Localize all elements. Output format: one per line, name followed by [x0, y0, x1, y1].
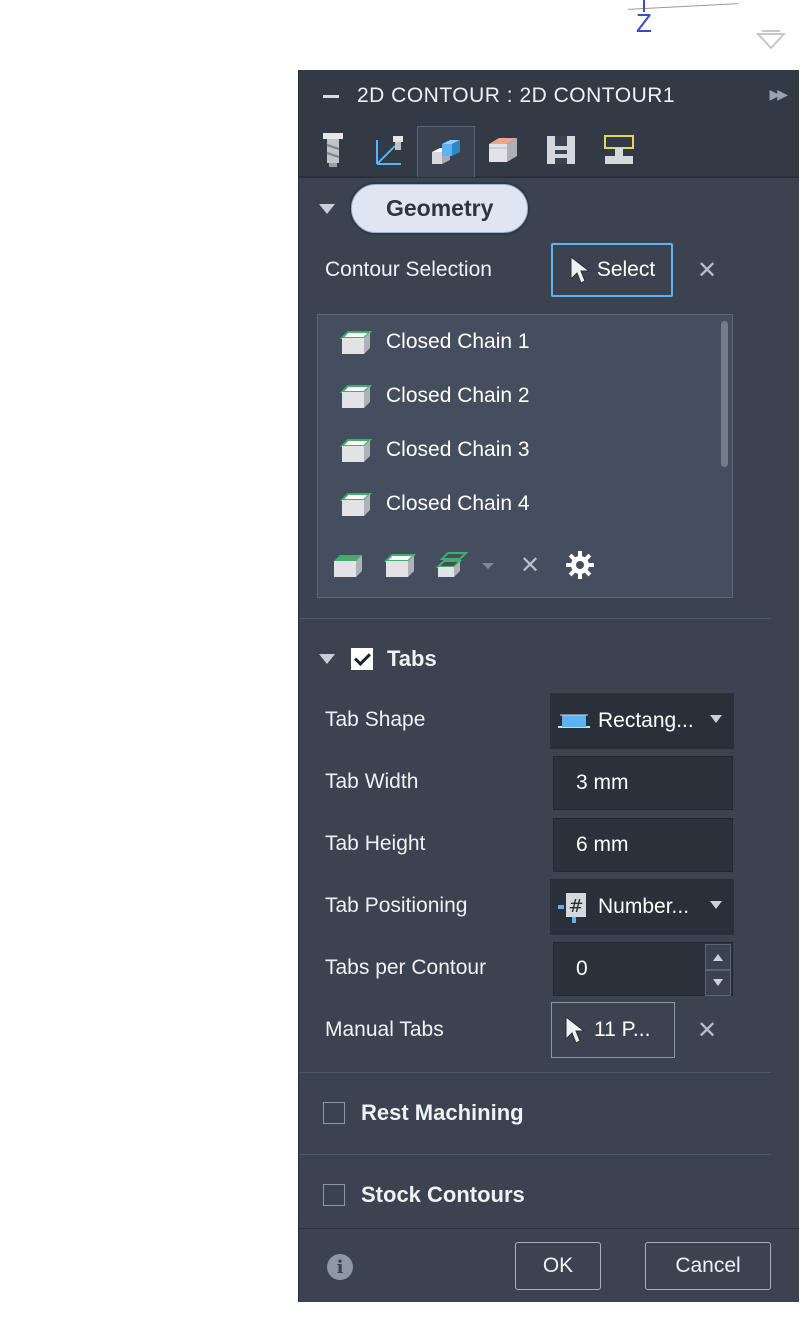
open-chain-icon[interactable] [434, 547, 470, 583]
tabs-per-contour-stepper[interactable]: 0 [553, 942, 733, 996]
chain-label: Closed Chain 3 [386, 438, 530, 461]
collapse-triangle-icon[interactable] [319, 654, 335, 664]
tab-width-label: Tab Width [325, 770, 419, 793]
closed-chain-icon [339, 385, 373, 408]
add-chain-icon[interactable] [330, 547, 366, 583]
collapse-triangle-icon[interactable] [319, 203, 335, 214]
rectangular-tab-icon [558, 714, 590, 728]
tab-tool[interactable] [305, 126, 361, 174]
tab-shape-value: Rectang... [598, 709, 694, 732]
edge-chain-icon[interactable] [382, 547, 418, 583]
stepper-up-button[interactable] [705, 944, 731, 970]
section-divider [299, 618, 771, 619]
expand-icon[interactable]: ▶▶ [769, 86, 787, 103]
manual-tabs-value: 11 P... [594, 1018, 651, 1041]
tab-width-field[interactable]: 3 mm [553, 756, 733, 810]
section-divider [299, 1154, 771, 1155]
chain-list-scrollbar[interactable] [721, 321, 728, 467]
tab-passes[interactable] [533, 126, 589, 174]
clear-manual-tabs-button[interactable]: ✕ [697, 1016, 717, 1045]
ok-button[interactable]: OK [515, 1242, 601, 1290]
heights-icon [489, 138, 517, 162]
tab-shape-label: Tab Shape [325, 708, 426, 731]
tab-height-value: 6 mm [576, 833, 629, 856]
collapse-icon[interactable] [323, 94, 339, 98]
canvas-viewport[interactable]: Z [0, 0, 806, 70]
geometry-section-header[interactable]: Geometry [319, 184, 529, 233]
rest-machining-checkbox[interactable] [323, 1102, 345, 1124]
chevron-up-icon [713, 954, 723, 961]
dialog-title: 2D CONTOUR : 2D CONTOUR1 [357, 84, 676, 107]
section-divider [299, 1072, 771, 1073]
contour-dialog: 2D CONTOUR : 2D CONTOUR1 ▶▶ Geometry Con… [298, 70, 799, 1302]
view-cube-menu-icon[interactable] [756, 28, 786, 52]
tab-heights[interactable] [475, 126, 531, 174]
number-positioning-icon: # [558, 893, 586, 923]
chain-list[interactable]: Closed Chain 1 Closed Chain 2 Closed Cha… [317, 314, 733, 598]
tab-width-value: 3 mm [576, 771, 629, 794]
chain-toolbar: ✕ [330, 547, 612, 583]
cancel-button[interactable]: Cancel [645, 1242, 771, 1290]
chevron-down-icon [713, 979, 723, 986]
select-contour-button[interactable]: Select [551, 243, 673, 297]
cursor-icon [570, 255, 591, 284]
list-item[interactable]: Closed Chain 3 [338, 430, 530, 470]
tabs-per-contour-value: 0 [576, 957, 588, 980]
passes-icon [547, 136, 575, 164]
dropdown-arrow-icon [710, 715, 722, 723]
dialog-titlebar[interactable]: 2D CONTOUR : 2D CONTOUR1 ▶▶ [299, 70, 799, 122]
closed-chain-icon [339, 331, 373, 354]
clear-selection-button[interactable]: ✕ [697, 256, 717, 285]
tab-shape-dropdown[interactable]: Rectang... [550, 693, 734, 749]
stock-contours-row[interactable]: Stock Contours [323, 1182, 525, 1208]
tab-positioning-value: Number... [598, 895, 690, 918]
geometry-heading: Geometry [351, 184, 529, 233]
tab-height-label: Tab Height [325, 832, 426, 855]
z-axis-label: Z [636, 8, 652, 38]
list-item[interactable]: Closed Chain 1 [338, 322, 530, 362]
closed-chain-icon [339, 493, 373, 516]
geometry-tab-icon [432, 140, 460, 164]
manual-tabs-label: Manual Tabs [325, 1018, 444, 1041]
select-button-label: Select [596, 258, 656, 281]
tool-icon [323, 133, 343, 167]
gear-icon[interactable] [564, 549, 596, 581]
tab-positioning-label: Tab Positioning [325, 894, 468, 917]
tabs-heading: Tabs [387, 646, 437, 671]
stock-contours-label: Stock Contours [361, 1182, 525, 1207]
cursor-icon [565, 1015, 586, 1044]
info-icon[interactable]: i [327, 1254, 353, 1280]
tab-height-field[interactable]: 6 mm [553, 818, 733, 872]
closed-chain-icon [339, 439, 373, 462]
rest-machining-label: Rest Machining [361, 1100, 524, 1125]
contour-selection-label: Contour Selection [325, 258, 492, 281]
svg-text:#: # [568, 896, 583, 917]
axis-setup-icon [376, 136, 403, 165]
linking-icon [604, 135, 634, 164]
chain-label: Closed Chain 1 [386, 330, 530, 353]
tabs-checkbox[interactable] [351, 648, 373, 670]
tab-geometry[interactable] [417, 126, 475, 177]
stock-contours-checkbox[interactable] [323, 1184, 345, 1206]
list-item[interactable]: Closed Chain 4 [338, 484, 530, 524]
chevron-down-icon[interactable] [478, 547, 498, 583]
chain-label: Closed Chain 4 [386, 492, 530, 515]
stepper-buttons [705, 944, 731, 996]
tab-linking[interactable] [591, 126, 647, 174]
operation-tabs [299, 122, 799, 178]
remove-chain-button[interactable]: ✕ [520, 551, 540, 580]
rest-machining-row[interactable]: Rest Machining [323, 1100, 524, 1126]
list-item[interactable]: Closed Chain 2 [338, 376, 530, 416]
manual-tabs-select-button[interactable]: 11 P... [551, 1002, 675, 1058]
chain-label: Closed Chain 2 [386, 384, 530, 407]
tabs-section-header[interactable]: Tabs [319, 646, 437, 672]
footer-divider [299, 1228, 799, 1229]
tabs-per-contour-label: Tabs per Contour [325, 956, 487, 979]
tab-axis[interactable] [361, 126, 417, 174]
dropdown-arrow-icon [710, 901, 722, 909]
stepper-down-button[interactable] [705, 970, 731, 996]
tab-positioning-dropdown[interactable]: # Number... [550, 879, 734, 935]
